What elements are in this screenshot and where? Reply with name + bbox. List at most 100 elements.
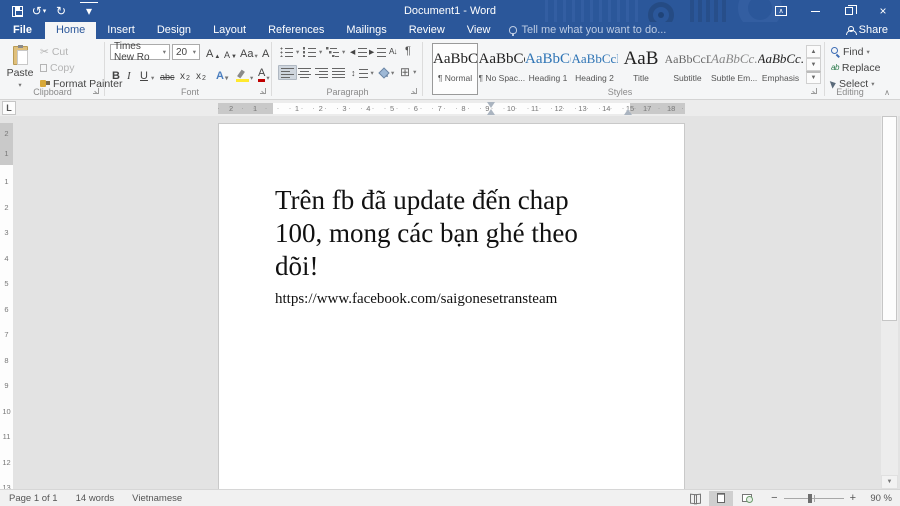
print-layout-button[interactable] (709, 491, 733, 506)
customize-qat-button[interactable]: ▾ (80, 2, 98, 20)
zoom-level-value[interactable]: 90 % (858, 493, 892, 504)
zoom-slider-track[interactable] (784, 498, 844, 499)
restore-button[interactable] (832, 0, 866, 22)
style-name: Title (618, 73, 664, 83)
document-page[interactable]: Trên fb đã update đến chap100, mong các … (218, 123, 685, 489)
styles-scroll-down-button[interactable]: ▼ (806, 58, 821, 71)
sort-button[interactable]: A↓ (387, 44, 398, 59)
undo-icon: ↺ (32, 4, 42, 18)
first-line-indent-marker[interactable] (487, 102, 495, 108)
show-hide-marks-button[interactable]: ¶ (403, 43, 413, 58)
bullets-button[interactable]: ▾ (278, 44, 301, 59)
minimize-button[interactable] (798, 0, 832, 22)
ribbon-tab[interactable]: Design (146, 22, 202, 39)
grow-font-button[interactable]: A▲ (204, 44, 222, 60)
borders-button[interactable]: ⊞▾ (398, 64, 418, 79)
ribbon-tab[interactable]: References (257, 22, 335, 39)
right-indent-marker[interactable] (624, 109, 632, 115)
font-size-combo[interactable]: 20 ▾ (172, 44, 200, 60)
font-name-combo[interactable]: Times New Ro ▾ (110, 44, 170, 60)
increase-indent-button[interactable]: ▸ (367, 44, 388, 59)
document-workspace: 2 1 12345678910111213 Trên fb đã update … (0, 116, 900, 489)
text-effects-button[interactable]: A▾ (214, 66, 230, 82)
ribbon-tab[interactable]: View (456, 22, 502, 39)
document-url-text[interactable]: https://www.facebook.com/saigonesetranst… (275, 288, 635, 310)
hanging-indent-marker[interactable] (487, 109, 495, 115)
change-case-button[interactable]: Aa▾ (238, 44, 260, 60)
ribbon-tab[interactable]: Review (398, 22, 456, 39)
paragraph-group-label: Paragraph (305, 87, 390, 97)
justify-button[interactable] (330, 65, 347, 80)
copy-button[interactable]: Copy (38, 60, 77, 75)
scrollbar-track[interactable] (881, 116, 898, 475)
clipboard-dialog-launcher[interactable] (92, 87, 101, 96)
page-count-status[interactable]: Page 1 of 1 (0, 493, 67, 504)
redo-button[interactable]: ↻ (52, 2, 70, 20)
align-right-button[interactable] (313, 65, 330, 80)
numbering-button[interactable]: ▾ (301, 44, 324, 59)
undo-dropdown-icon[interactable]: ▾ (43, 7, 47, 15)
language-status[interactable]: Vietnamese (123, 493, 191, 504)
ribbon-tab[interactable]: Mailings (335, 22, 397, 39)
strikethrough-button[interactable]: abc (158, 66, 177, 82)
tab-file[interactable]: File (0, 22, 45, 39)
font-dialog-launcher[interactable] (259, 87, 268, 96)
style-card[interactable]: AaBbC( Heading 1 (525, 43, 571, 95)
numbering-icon (303, 47, 316, 57)
tell-me-box[interactable]: Tell me what you want to do... (501, 22, 674, 39)
web-layout-button[interactable] (735, 491, 759, 506)
cut-button[interactable]: ✂ Cut (38, 44, 70, 59)
word-count-status[interactable]: 14 words (67, 493, 124, 504)
highlight-color-button[interactable]: ▾ (234, 66, 255, 82)
style-card[interactable]: AaBbCc. Emphasis (758, 43, 804, 95)
font-color-button[interactable]: A▾ (256, 66, 272, 82)
document-text[interactable]: Trên fb đã update đến chap100, mong các … (275, 184, 635, 310)
superscript-button[interactable]: x2 (194, 66, 208, 82)
ribbon-display-options-button[interactable]: ∧ (764, 0, 798, 22)
vertical-ruler[interactable]: 2 1 12345678910111213 (0, 123, 13, 489)
replace-button[interactable]: ab Replace (829, 60, 882, 75)
styles-scroll-up-button[interactable]: ▲ (806, 45, 821, 58)
document-text-line[interactable]: dõi! (275, 250, 635, 283)
read-mode-button[interactable] (683, 491, 707, 506)
underline-dropdown[interactable]: ▾ (149, 66, 156, 82)
document-text-line[interactable]: Trên fb đã update đến chap (275, 184, 635, 217)
collapse-ribbon-button[interactable]: ∧ (884, 88, 890, 97)
find-button[interactable]: Find ▾ (829, 44, 872, 59)
line-spacing-button[interactable]: ↕▾ (349, 65, 376, 80)
style-card[interactable]: AaBbCcI ¶ No Spac... (479, 43, 525, 95)
styles-dialog-launcher[interactable] (810, 87, 819, 96)
shading-button[interactable]: ▾ (377, 65, 396, 80)
subscript-button[interactable]: x2 (178, 66, 192, 82)
align-center-button[interactable] (296, 65, 313, 80)
bold-button[interactable]: B (110, 66, 122, 82)
copy-icon (40, 64, 47, 72)
chevron-down-icon: ▾ (163, 48, 166, 56)
zoom-slider-thumb[interactable] (808, 494, 812, 503)
document-text-line[interactable]: 100, mong các bạn ghé theo (275, 217, 635, 250)
style-card[interactable]: AaBbCc. Subtle Em... (711, 43, 757, 95)
ribbon-tab[interactable]: Home (45, 22, 96, 39)
ribbon-tab[interactable]: Layout (202, 22, 257, 39)
shrink-font-button[interactable]: A▼ (222, 44, 239, 60)
style-card[interactable]: AaBbCcD Subtitle (665, 43, 711, 95)
styles-gallery-more-button[interactable]: ▼ (806, 71, 821, 84)
horizontal-ruler[interactable]: 2 1 123456789101112131415 17 18 (218, 103, 685, 114)
vertical-scrollbar[interactable]: ▲ ▼ (881, 116, 898, 489)
style-preview: AaBbCcD (665, 49, 711, 69)
style-card[interactable]: AaBbCcI ¶ Normal (432, 43, 478, 95)
align-left-button[interactable] (278, 65, 297, 80)
multilevel-list-button[interactable]: ▾ (324, 44, 347, 59)
paragraph-dialog-launcher[interactable] (410, 87, 419, 96)
zoom-out-button[interactable]: − (771, 493, 777, 503)
close-button[interactable]: × (866, 0, 900, 22)
save-button[interactable] (8, 2, 26, 20)
share-button[interactable]: Share (834, 22, 900, 39)
scrollbar-thumb[interactable] (882, 116, 897, 321)
ribbon-tab[interactable]: Insert (96, 22, 146, 39)
scroll-down-button[interactable]: ▼ (881, 475, 898, 489)
italic-button[interactable]: I (125, 66, 133, 82)
undo-button[interactable]: ↺ ▾ (30, 2, 48, 20)
tab-selector-button[interactable]: L (2, 101, 16, 115)
zoom-in-button[interactable]: + (850, 493, 856, 503)
